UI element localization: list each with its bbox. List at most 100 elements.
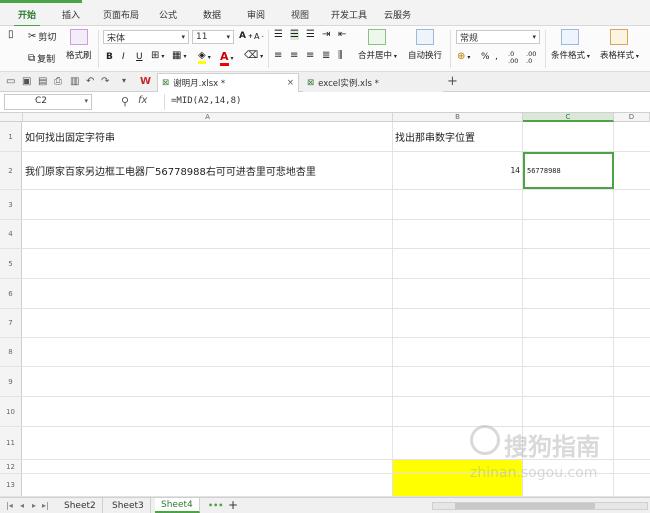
align-center-button[interactable]: ≡ [290, 51, 298, 61]
cell-c8[interactable] [523, 338, 614, 366]
cell-a6[interactable] [23, 279, 393, 308]
increase-decimal-button[interactable]: .0 .00 [508, 51, 524, 65]
row-header[interactable]: 1 [0, 122, 22, 151]
row-header[interactable]: 5 [0, 249, 22, 278]
formula-input[interactable]: =MID(A2,14,8) [164, 94, 646, 110]
cell-c13[interactable] [523, 474, 614, 496]
bold-button[interactable]: B [106, 52, 113, 62]
row-header[interactable]: 12 [0, 460, 22, 473]
cell-style-button[interactable]: ▦ ▾ [172, 51, 186, 61]
percent-button[interactable]: % [481, 52, 490, 62]
outdent-button[interactable]: ⇤ [338, 30, 346, 40]
table-style-button[interactable]: 表格样式 ▾ [600, 29, 639, 61]
row-header[interactable]: 8 [0, 338, 22, 366]
wrap-text-button[interactable]: 自动换行 [408, 29, 442, 61]
cell-b6[interactable] [393, 279, 523, 308]
cell-a3[interactable] [23, 190, 393, 219]
sheet-tab-sheet4[interactable]: Sheet4 [155, 498, 200, 513]
cell-c3[interactable] [523, 190, 614, 219]
row-header[interactable]: 11 [0, 427, 22, 459]
cell-c11[interactable] [523, 427, 614, 459]
cell-a7[interactable] [23, 309, 393, 337]
name-box[interactable]: C2 ▾ [4, 94, 92, 110]
cell-a8[interactable] [23, 338, 393, 366]
cell-b2[interactable]: 14 [393, 152, 523, 189]
insert-function-button[interactable]: fx [138, 95, 147, 106]
cell-c4[interactable] [523, 220, 614, 248]
cell-b9[interactable] [393, 367, 523, 396]
doc-tab-active[interactable]: ⊠ 谢明月.xlsx * × [157, 73, 299, 92]
cell-c2-selected[interactable]: 56778988 [523, 152, 614, 189]
font-shrink-button[interactable]: A- [254, 32, 264, 41]
font-color-button[interactable]: A ▾ [220, 50, 234, 66]
row-header[interactable]: 4 [0, 220, 22, 248]
merge-center-button[interactable]: 合并居中 ▾ [358, 29, 397, 61]
paste-button[interactable]: ▯ [8, 30, 14, 40]
next-sheet-icon[interactable]: ▸ [32, 501, 36, 510]
currency-button[interactable]: ⊕ ▾ [457, 52, 470, 62]
undo-icon[interactable]: ↶ [86, 76, 94, 87]
underline-button[interactable]: U [136, 52, 143, 62]
redo-icon[interactable]: ↷ [101, 76, 109, 87]
tab-insert[interactable]: 插入 [62, 8, 80, 21]
column-header-c[interactable]: C [523, 113, 614, 122]
cell-a2[interactable]: 我们原家百家另边框工电器厂56778988右可可进杏里可悲地杏里 [23, 152, 393, 189]
cell-b8[interactable] [393, 338, 523, 366]
scrollbar-thumb[interactable] [455, 503, 595, 509]
row-header[interactable]: 9 [0, 367, 22, 396]
cut-button[interactable]: ✂ 剪切 [28, 30, 56, 43]
more-sheets-icon[interactable]: ••• [208, 501, 223, 510]
align-right-button[interactable]: ≡ [306, 51, 314, 61]
tab-developer[interactable]: 开发工具 [331, 8, 367, 21]
cell-b12-highlighted[interactable] [393, 460, 523, 473]
cell-c7[interactable] [523, 309, 614, 337]
font-size-select[interactable]: 11 ▾ [192, 30, 234, 44]
cell-a5[interactable] [23, 249, 393, 278]
tab-cloud-service[interactable]: 云服务 [384, 8, 411, 21]
align-bottom-button[interactable]: ☰ [306, 30, 315, 40]
cell-a4[interactable] [23, 220, 393, 248]
cell-a1[interactable]: 如何找出固定字符串 [23, 122, 393, 151]
column-header-d[interactable]: D [614, 113, 650, 122]
cell-b3[interactable] [393, 190, 523, 219]
decrease-decimal-button[interactable]: .00 .0 [526, 51, 542, 65]
cell-c6[interactable] [523, 279, 614, 308]
cell-a12[interactable] [23, 460, 393, 473]
row-header[interactable]: 2 [0, 152, 22, 189]
clear-format-button[interactable]: ⌫ ▾ [244, 51, 263, 61]
cell-a10[interactable] [23, 397, 393, 426]
cell-a9[interactable] [23, 367, 393, 396]
font-grow-button[interactable]: A + [239, 31, 253, 41]
cell-a11[interactable] [23, 427, 393, 459]
last-sheet-icon[interactable]: ▸| [42, 501, 49, 510]
row-header[interactable]: 3 [0, 190, 22, 219]
tab-view[interactable]: 视图 [291, 8, 309, 21]
tab-formulas[interactable]: 公式 [159, 8, 177, 21]
export-icon[interactable]: ▤ [38, 76, 47, 87]
copy-button[interactable]: ⧉ 复制 [28, 52, 55, 65]
select-all-corner[interactable] [0, 113, 23, 122]
format-painter-button[interactable]: 格式刷 [66, 29, 92, 61]
italic-button[interactable]: I [122, 52, 125, 62]
tab-page-layout[interactable]: 页面布局 [103, 8, 139, 21]
cell-b13-highlighted[interactable] [393, 474, 523, 496]
align-left-button[interactable]: ≡ [274, 51, 282, 61]
align-middle-button[interactable]: ☰ [290, 30, 299, 40]
distributed-button[interactable]: ⫼ [338, 51, 343, 61]
folder-icon[interactable]: ▭ [6, 76, 15, 87]
chevron-down-icon[interactable]: ▾ [122, 76, 126, 85]
zoom-icon[interactable]: ⚲ [121, 95, 129, 108]
row-header[interactable]: 7 [0, 309, 22, 337]
cell-a13[interactable] [23, 474, 393, 496]
column-header-b[interactable]: B [393, 113, 523, 122]
column-header-a[interactable]: A [23, 113, 393, 122]
first-sheet-icon[interactable]: |◂ [6, 501, 13, 510]
print-icon[interactable]: ⎙ [54, 76, 62, 87]
cell-b11[interactable] [393, 427, 523, 459]
tab-review[interactable]: 审阅 [247, 8, 265, 21]
number-format-select[interactable]: 常规 ▾ [456, 30, 540, 44]
cell-b4[interactable] [393, 220, 523, 248]
font-name-select[interactable]: 宋体 ▾ [103, 30, 189, 44]
cell-c5[interactable] [523, 249, 614, 278]
cell-c1[interactable] [523, 122, 614, 151]
